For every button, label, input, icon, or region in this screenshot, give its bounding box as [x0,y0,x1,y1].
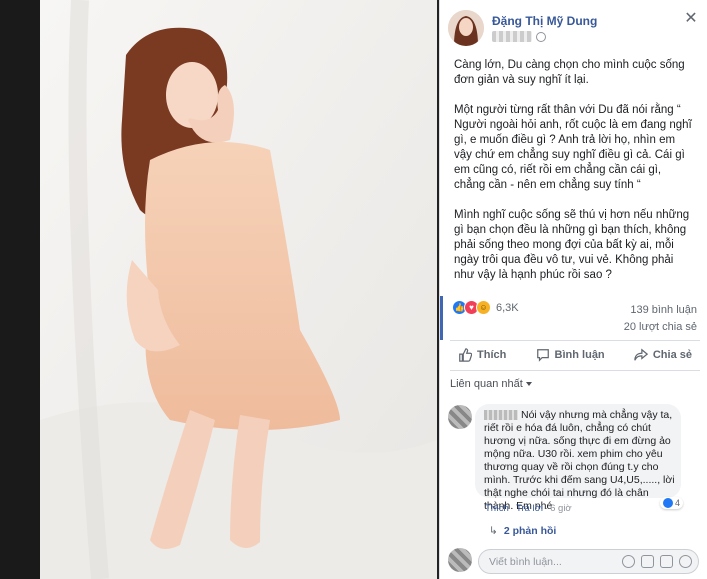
engagement-stats: 139 bình luận 20 lượt chia sẻ [624,302,697,336]
camera-icon[interactable] [641,555,654,568]
reaction-summary[interactable]: 👍 ♥ ☺ 6,3K [452,300,519,315]
chevron-down-icon [525,382,532,387]
share-label: Chia sẻ [652,349,692,361]
post-paragraph-2: Một người từng rất thân với Du đã nói rằ… [454,104,692,191]
divider [450,370,700,371]
comment-actions: Thích · Trả lời · 6 giờ [485,503,572,514]
author-name[interactable]: Đặng Thị Mỹ Dung [492,14,597,28]
commenter-name-blurred[interactable] [484,410,518,421]
timestamp-blurred [492,31,532,42]
like-label: Thích [477,349,507,361]
share-count[interactable]: 20 lượt chia sẻ [624,319,697,336]
comment-body: Nói vậy nhưng mà chẳng vậy ta, riết rồi … [484,409,675,512]
avatar[interactable] [448,10,484,46]
comment-button[interactable]: Bình luận [528,344,613,366]
post-meta [492,31,546,42]
comment-input-placeholder: Viết bình luận... [489,556,562,568]
like-button[interactable]: Thích [450,344,514,366]
sticker-icon[interactable] [679,555,692,568]
comment-time[interactable]: 6 giờ [550,503,572,514]
scroll-indicator[interactable] [440,296,443,340]
commenter-avatar[interactable] [448,405,472,429]
share-button[interactable]: Chia sẻ [626,344,700,366]
close-icon[interactable]: ✕ [682,10,700,28]
comment-count[interactable]: 139 bình luận [624,302,697,319]
reply-arrow-icon: ↳ [489,525,498,537]
post-photo[interactable] [40,0,437,579]
viewer-left-margin [0,0,40,579]
photo-illustration [40,0,437,579]
comment-icon [536,349,549,362]
current-user-avatar [448,548,472,572]
comment-input-tools [622,555,692,568]
divider [450,340,700,341]
comment-sort-dropdown[interactable]: Liên quan nhất [450,378,532,390]
globe-icon [536,31,546,42]
comment-reaction-count: 4 [675,498,681,508]
replies-label: 2 phản hồi [503,525,557,537]
comment-text: Nói vậy nhưng mà chẳng vậy ta, riết rồi … [484,409,680,513]
post-text: Càng lớn, Du càng chọn cho mình cuộc sốn… [454,58,694,298]
comment-input[interactable]: Viết bình luận... [478,549,699,574]
view-replies-link[interactable]: ↳ 2 phản hồi [489,525,556,537]
sort-label: Liên quan nhất [450,378,523,390]
like-reaction-icon [663,498,673,508]
haha-reaction-icon: ☺ [476,300,491,315]
comment-like-link[interactable]: Thích [485,503,509,514]
emoji-icon[interactable] [622,555,635,568]
comment-label: Bình luận [554,349,605,361]
post-header: Đặng Thị Mỹ Dung ✕ [440,0,707,56]
post-paragraph-3: Mình nghĩ cuộc sống sẽ thú vị hơn nếu nh… [454,209,690,281]
reaction-count: 6,3K [496,301,519,314]
share-icon [634,348,648,361]
comment-reply-link[interactable]: Trả lời [516,503,543,514]
post-actions: Thích Bình luận Chia sẻ [450,344,700,366]
post-paragraph-1: Càng lớn, Du càng chọn cho mình cuộc sốn… [454,59,685,86]
gif-icon[interactable] [660,555,673,568]
like-icon [459,348,472,362]
comment-reaction-badge[interactable]: 4 [660,497,684,509]
